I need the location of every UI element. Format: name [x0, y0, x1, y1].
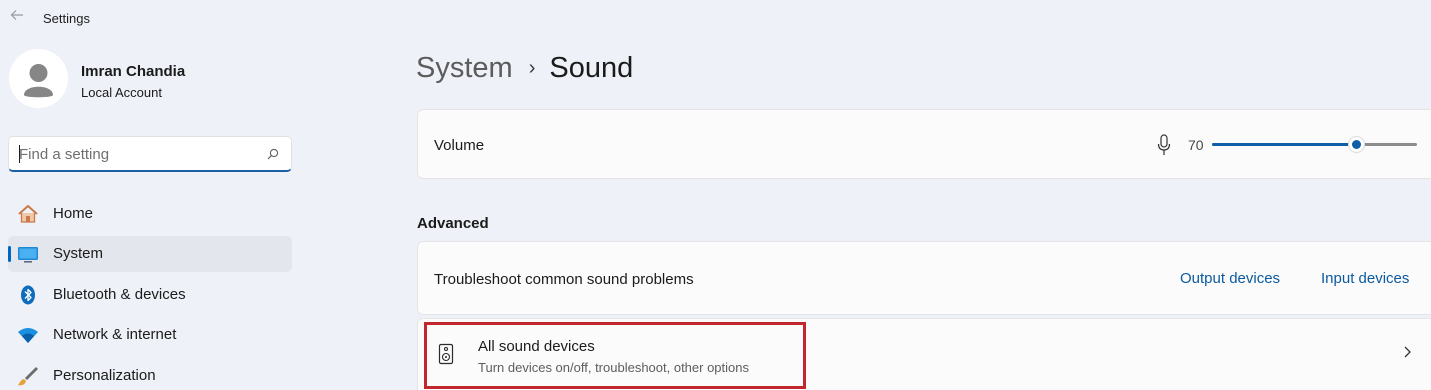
section-title-advanced: Advanced: [417, 215, 489, 232]
volume-card: Volume 70: [417, 109, 1431, 179]
sidebar-item-label: Network & internet: [53, 326, 177, 343]
microphone-icon[interactable]: [1157, 134, 1171, 156]
troubleshoot-label: Troubleshoot common sound problems: [434, 271, 694, 288]
page-title: Sound: [549, 52, 634, 84]
volume-slider[interactable]: [1212, 136, 1417, 153]
sidebar-item-system[interactable]: System: [8, 236, 292, 272]
account-type: Local Account: [81, 85, 162, 100]
account-name: Imran Chandia: [81, 63, 186, 80]
sidebar-item-label: System: [53, 245, 104, 262]
system-icon: [18, 247, 38, 263]
app-title: Settings: [43, 11, 90, 26]
avatar[interactable]: [9, 49, 68, 108]
sidebar-item-label: Home: [53, 205, 94, 222]
home-icon: [18, 205, 38, 223]
back-button[interactable]: [8, 8, 26, 26]
breadcrumb-separator: ›: [528, 57, 536, 79]
sidebar-item-home[interactable]: Home: [8, 196, 292, 232]
sidebar-item-personalization[interactable]: Personalization: [8, 358, 292, 390]
bluetooth-icon: [21, 285, 35, 305]
chevron-right-icon: [1404, 346, 1411, 358]
sidebar-item-label: Bluetooth & devices: [53, 286, 186, 303]
all-sound-devices-title: All sound devices: [478, 338, 595, 355]
sidebar-item-label: Personalization: [53, 367, 156, 384]
brush-icon: [18, 367, 38, 386]
volume-label: Volume: [434, 137, 485, 154]
sidebar-item-network[interactable]: Network & internet: [8, 317, 292, 353]
breadcrumb: System › Sound: [416, 52, 633, 92]
search-icon[interactable]: [267, 148, 279, 160]
volume-value: 70: [1188, 137, 1204, 153]
slider-thumb[interactable]: [1347, 136, 1365, 153]
user-icon: [9, 49, 68, 108]
slider-fill: [1212, 143, 1356, 146]
back-arrow-icon: [10, 10, 23, 20]
speaker-icon: [438, 343, 454, 365]
troubleshoot-card: Troubleshoot common sound problems Outpu…: [417, 241, 1431, 315]
all-sound-devices-subtitle: Turn devices on/off, troubleshoot, other…: [478, 360, 750, 375]
input-devices-link[interactable]: Input devices: [1321, 270, 1409, 287]
all-sound-devices-card[interactable]: All sound devices Turn devices on/off, t…: [417, 318, 1431, 390]
settings-window: Settings Imran Chandia Local Account Hom…: [0, 0, 1431, 390]
search-box[interactable]: [8, 136, 292, 172]
title-bar: Settings: [0, 0, 1431, 36]
text-cursor: [19, 145, 20, 163]
sidebar-item-bluetooth[interactable]: Bluetooth & devices: [8, 277, 292, 313]
breadcrumb-parent[interactable]: System: [416, 52, 513, 84]
output-devices-link[interactable]: Output devices: [1180, 270, 1280, 287]
selection-indicator: [8, 246, 11, 262]
search-input[interactable]: [19, 144, 259, 164]
wifi-icon: [18, 328, 38, 343]
